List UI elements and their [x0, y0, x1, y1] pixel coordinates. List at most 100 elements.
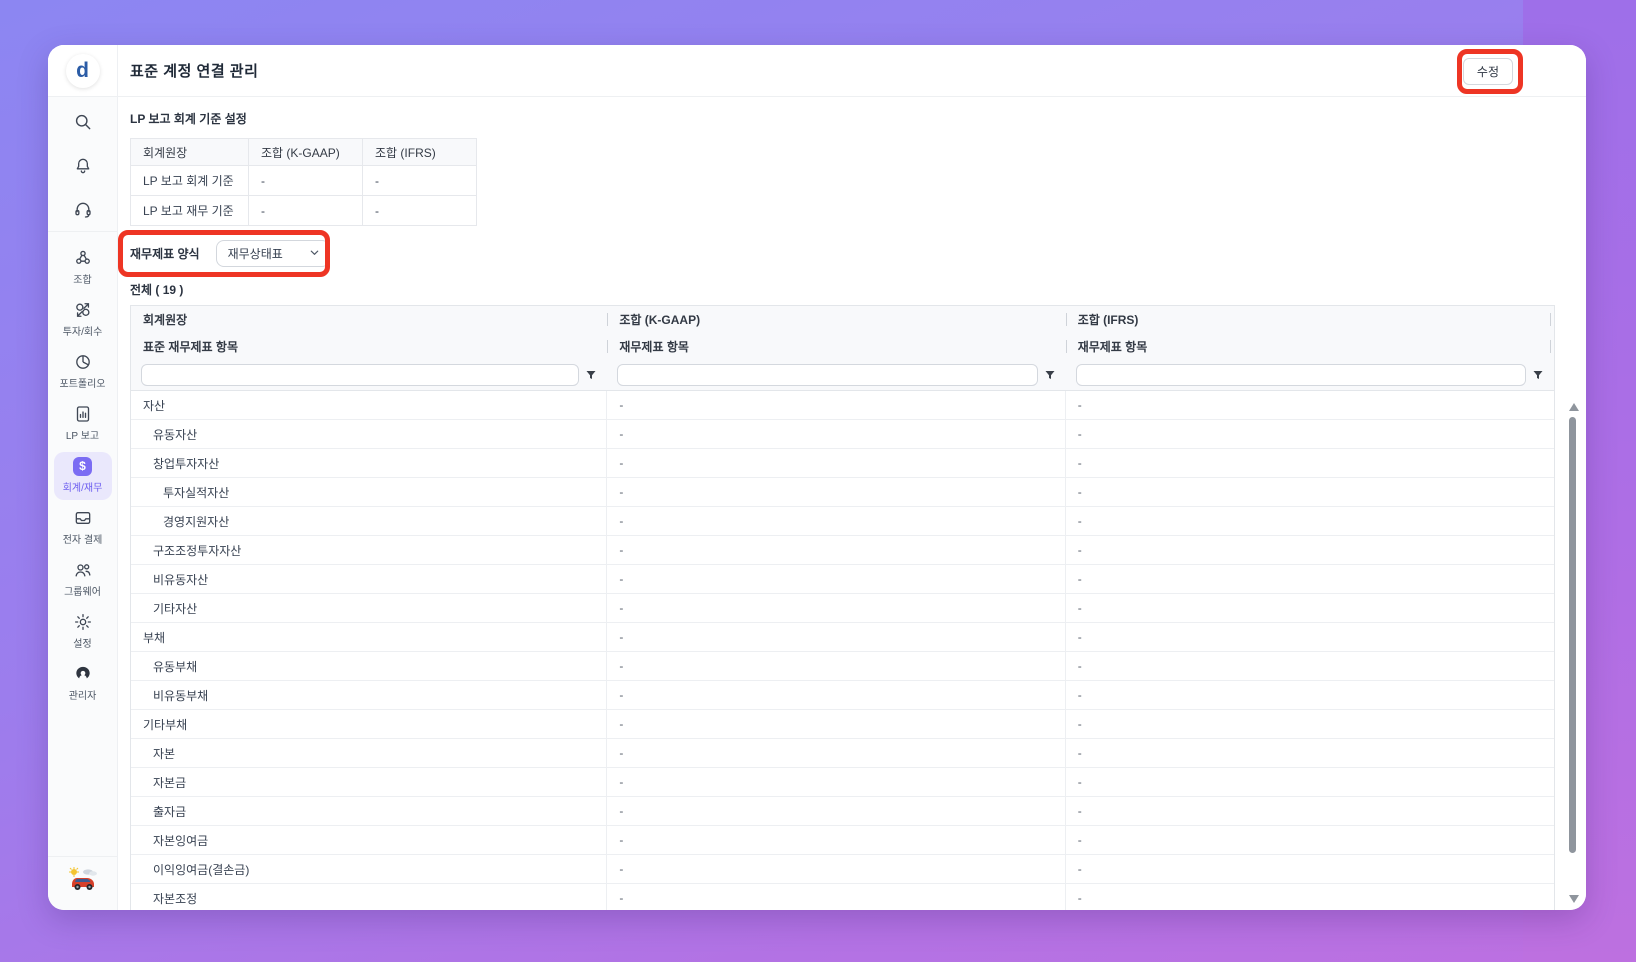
logo-area: d: [48, 45, 117, 97]
group-header-row: 회계원장 조합 (K-GAAP) 조합 (IFRS): [131, 306, 1554, 333]
lp-table-row: LP 보고 회계 기준 - -: [130, 165, 477, 196]
sub-header-standard-item: 표준 재무제표 항목: [143, 340, 238, 354]
standard-item-cell: 자본: [131, 739, 608, 767]
standard-item-cell: 출자금: [131, 797, 608, 825]
filter-input-kgaap[interactable]: [617, 364, 1038, 386]
group-header-ledger: 회계원장: [143, 313, 188, 327]
search-icon[interactable]: [72, 111, 94, 133]
lp-table-row: LP 보고 재무 기준 - -: [130, 195, 477, 226]
sidebar-item-투자-회수[interactable]: 투자/회수: [54, 296, 112, 344]
table-row: 창업투자자산 - -: [131, 449, 1554, 478]
table-row: 부채 - -: [131, 623, 1554, 652]
headset-icon[interactable]: [72, 199, 94, 221]
sidebar-item-설정[interactable]: 설정: [54, 608, 112, 656]
kgaap-cell: -: [607, 565, 1066, 593]
kgaap-cell: -: [607, 768, 1066, 796]
sub-header-ifrs-item: 재무제표 항목: [1065, 333, 1554, 360]
ifrs-cell: -: [1077, 862, 1082, 876]
sidebar-item-label: 조합: [73, 275, 92, 286]
sub-header-row: 표준 재무제표 항목 재무제표 항목 재무제표 항목: [131, 333, 1554, 360]
ifrs-cell: -: [1077, 456, 1082, 470]
standard-item-cell: 비유동자산: [131, 565, 608, 593]
account-mapping-table: 회계원장 조합 (K-GAAP) 조합 (IFRS) 표준 재무제표 항목 재무…: [130, 305, 1555, 910]
page-header: 표준 계정 연결 관리: [118, 45, 1586, 97]
lp-col-header: 조합 (K-GAAP): [248, 138, 363, 166]
car-mascot-avatar[interactable]: [68, 867, 98, 896]
lp-col-header: 회계원장: [130, 138, 249, 166]
sidebar-item-조합[interactable]: 조합: [54, 244, 112, 292]
standard-item-cell: 자산: [131, 391, 608, 419]
filter-input-standard[interactable]: [141, 364, 580, 386]
table-row: 구조조정투자자산 - -: [131, 536, 1554, 565]
standard-item-cell: 유동부채: [131, 652, 608, 680]
kgaap-cell: -: [607, 507, 1066, 535]
standard-item-cell: 자본금: [131, 768, 608, 796]
standard-item-cell: 자본잉여금: [131, 826, 608, 854]
ifrs-cell: -: [1077, 630, 1082, 644]
kgaap-cell: -: [607, 391, 1066, 419]
page-title: 표준 계정 연결 관리: [130, 63, 259, 80]
sidebar-item-label: LP 보고: [65, 431, 100, 442]
admin-icon: [73, 664, 93, 684]
filter-funnel-icon[interactable]: [579, 364, 603, 386]
bell-icon[interactable]: [72, 155, 94, 177]
table-row: 이익잉여금(결손금) - -: [131, 855, 1554, 884]
total-count-label: 전체 ( 19 ): [130, 283, 184, 297]
standard-item-cell: 기타자산: [131, 594, 608, 622]
groupware-icon: [73, 560, 93, 580]
filter-funnel-icon[interactable]: [1526, 364, 1550, 386]
ifrs-cell: -: [1077, 485, 1082, 499]
kgaap-cell: -: [607, 478, 1066, 506]
ifrs-cell: -: [1077, 659, 1082, 673]
statement-format-select[interactable]: 재무상태표: [215, 240, 330, 267]
scroll-up-arrow[interactable]: [1569, 403, 1579, 411]
accounting-icon: $: [73, 456, 93, 476]
kgaap-cell: -: [607, 710, 1066, 738]
sidebar-item-label: 회계/재무: [62, 483, 103, 494]
table-row: 유동자산 - -: [131, 420, 1554, 449]
filter-input-ifrs[interactable]: [1075, 364, 1526, 386]
edit-button[interactable]: 수정: [1462, 58, 1513, 85]
lp-report-icon: [73, 404, 93, 424]
scrollbar-thumb[interactable]: [1569, 417, 1576, 853]
app-logo[interactable]: d: [65, 53, 100, 88]
standard-item-cell: 자본조정: [131, 884, 608, 910]
kgaap-cell: -: [607, 681, 1066, 709]
ifrs-cell: -: [1077, 833, 1082, 847]
ifrs-cell: -: [1077, 775, 1082, 789]
filter-funnel-icon[interactable]: [1038, 364, 1062, 386]
sidebar-item-LP-보고[interactable]: LP 보고: [54, 400, 112, 448]
sidebar-nav: 조합투자/회수 포트폴리오 LP 보고 $ 회계/재무전자 결제그룹웨어 설정 관리자: [48, 232, 117, 710]
sidebar-item-관리자[interactable]: 관리자: [54, 660, 112, 708]
standard-item-cell: 기타부채: [131, 710, 608, 738]
statement-format-value: 재무상태표: [227, 247, 283, 261]
sidebar-item-전자-결제[interactable]: 전자 결제: [54, 504, 112, 552]
kgaap-cell: -: [607, 884, 1066, 910]
lp-section-title: LP 보고 회계 기준 설정: [130, 112, 247, 126]
union-icon: [73, 248, 93, 268]
statement-format-row: 재무제표 양식 재무상태표: [130, 240, 330, 267]
kgaap-cell: -: [607, 652, 1066, 680]
table-row: 자본 - -: [131, 739, 1554, 768]
table-row: 기타부채 - -: [131, 710, 1554, 739]
lp-row-label: LP 보고 회계 기준: [130, 165, 249, 196]
table-row: 경영지원자산 - -: [131, 507, 1554, 536]
table-row: 기타자산 - -: [131, 594, 1554, 623]
sidebar-item-회계-재무[interactable]: $ 회계/재무: [53, 452, 112, 500]
table-row: 자본조정 - -: [131, 884, 1554, 910]
ifrs-cell: -: [1077, 891, 1082, 905]
standard-item-cell: 부채: [131, 623, 608, 651]
sidebar-item-그룹웨어[interactable]: 그룹웨어: [54, 556, 112, 604]
lp-ifrs-value: -: [362, 165, 477, 196]
ifrs-cell: -: [1077, 717, 1082, 731]
kgaap-cell: -: [607, 420, 1066, 448]
sidebar-item-포트폴리오[interactable]: 포트폴리오: [54, 348, 112, 396]
ifrs-cell: -: [1077, 427, 1082, 441]
ifrs-cell: -: [1077, 804, 1082, 818]
ifrs-cell: -: [1077, 688, 1082, 702]
sidebar-item-label: 전자 결제: [62, 535, 103, 546]
payment-icon: [73, 508, 93, 528]
invest-icon: [73, 300, 93, 320]
kgaap-cell: -: [607, 739, 1066, 767]
scroll-down-arrow[interactable]: [1569, 895, 1579, 903]
